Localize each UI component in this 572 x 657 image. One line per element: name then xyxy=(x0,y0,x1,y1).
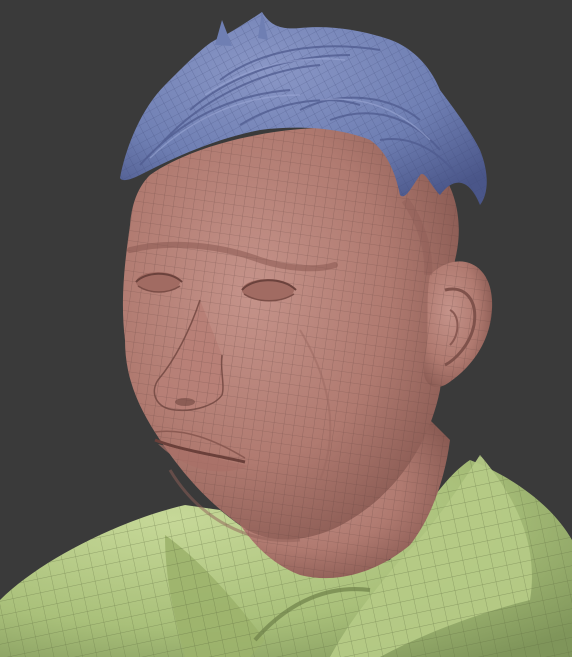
3d-viewport[interactable] xyxy=(0,0,572,657)
viewport-canvas[interactable] xyxy=(0,0,572,657)
